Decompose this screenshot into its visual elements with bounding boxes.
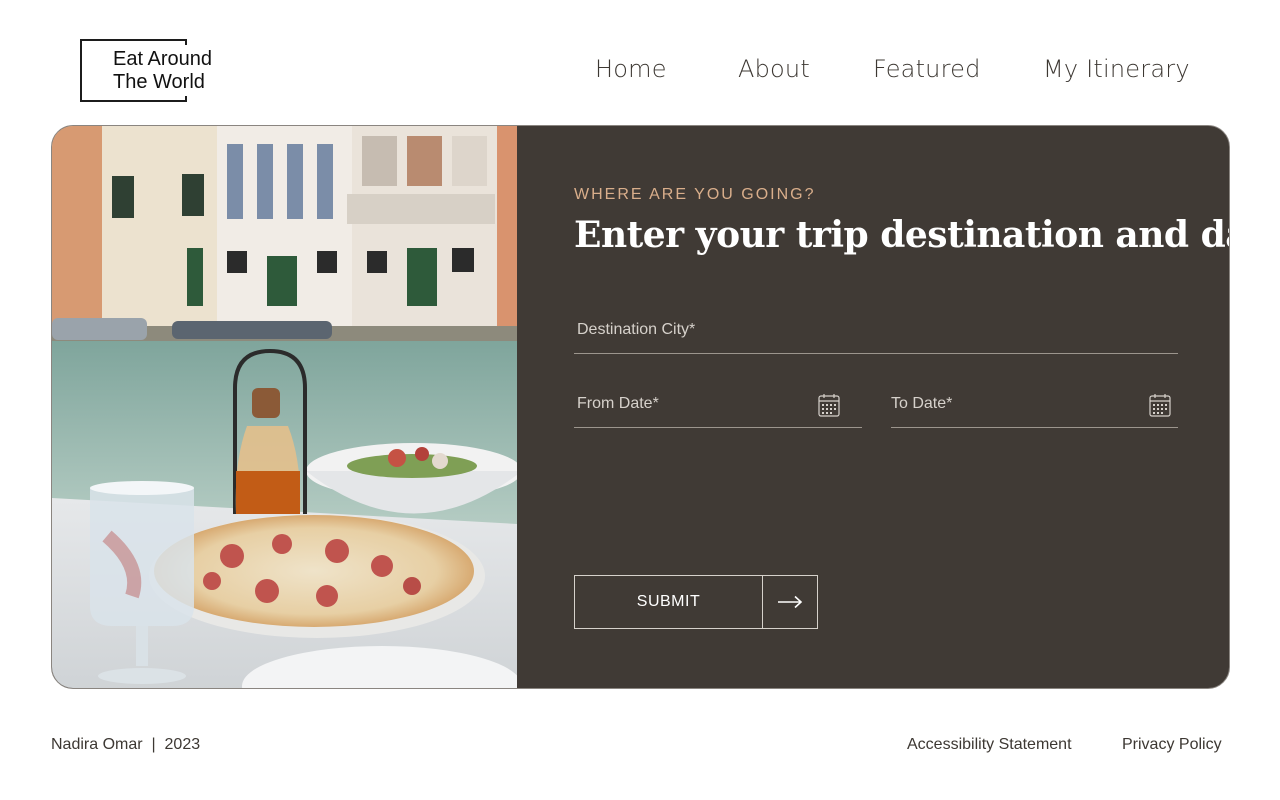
hero-photo: [52, 126, 517, 688]
from-date-label: From Date*: [577, 395, 659, 412]
to-date-label: To Date*: [891, 395, 953, 412]
nav-about[interactable]: About: [738, 55, 810, 83]
to-date-field[interactable]: To Date*: [891, 388, 1178, 428]
submit-button-label: SUBMIT: [575, 576, 763, 628]
form-kicker: WHERE ARE YOU GOING?: [574, 186, 816, 203]
accessibility-statement-link[interactable]: Accessibility Statement: [907, 736, 1072, 754]
calendar-icon[interactable]: [818, 393, 840, 417]
nav-featured[interactable]: Featured: [873, 55, 981, 83]
destination-city-field[interactable]: Destination City*: [574, 314, 1178, 354]
destination-city-label: Destination City*: [577, 321, 696, 338]
submit-button[interactable]: SUBMIT: [574, 575, 818, 629]
arrow-right-icon: [778, 595, 803, 609]
trip-form: WHERE ARE YOU GOING? Enter your trip des…: [517, 126, 1229, 688]
nav-home[interactable]: Home: [595, 55, 667, 83]
main-nav: Home About Featured My Itinerary: [0, 55, 1280, 87]
privacy-policy-link[interactable]: Privacy Policy: [1122, 736, 1222, 754]
from-date-field[interactable]: From Date*: [574, 388, 862, 428]
site-footer: Nadira Omar | 2023 Accessibility Stateme…: [0, 736, 1280, 758]
footer-credit: Nadira Omar | 2023: [51, 736, 201, 753]
calendar-icon[interactable]: [1149, 393, 1171, 417]
form-headline: Enter your trip destination and dates: [574, 214, 1229, 256]
trip-search-card: WHERE ARE YOU GOING? Enter your trip des…: [51, 125, 1230, 689]
nav-my-itinerary[interactable]: My Itinerary: [1043, 55, 1190, 83]
submit-arrow[interactable]: [763, 576, 817, 628]
